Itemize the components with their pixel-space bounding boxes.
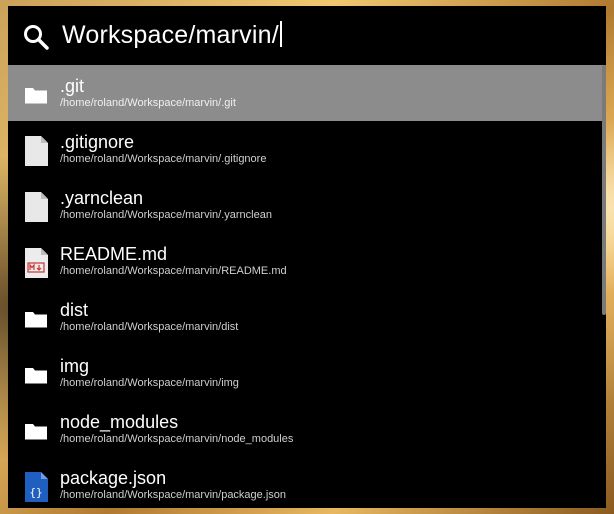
file-icon — [25, 192, 48, 222]
result-path: /home/roland/Workspace/marvin/.git — [60, 97, 236, 109]
result-item[interactable]: README.md /home/roland/Workspace/marvin/… — [8, 233, 606, 289]
result-path: /home/roland/Workspace/marvin/node_modul… — [60, 433, 294, 445]
result-path: /home/roland/Workspace/marvin/.yarnclean — [60, 209, 272, 221]
result-name: img — [60, 356, 90, 376]
markdown-file-icon — [25, 248, 48, 278]
result-item[interactable]: .yarnclean /home/roland/Workspace/marvin… — [8, 177, 606, 233]
results-list: .git /home/roland/Workspace/marvin/.git … — [8, 65, 606, 508]
result-name: .git — [60, 76, 85, 96]
result-path: /home/roland/Workspace/marvin/README.md — [60, 265, 287, 277]
result-path: /home/roland/Workspace/marvin/package.js… — [60, 489, 287, 501]
results-scrollbar[interactable] — [602, 65, 606, 315]
text-caret — [279, 21, 282, 48]
result-name: node_modules — [60, 412, 179, 432]
result-item[interactable]: {} package.json /home/roland/Workspace/m… — [8, 457, 606, 508]
result-item[interactable]: dist /home/roland/Workspace/marvin/dist — [8, 289, 606, 345]
file-icon — [25, 136, 48, 166]
search-bar: Workspace/marvin/ — [8, 6, 606, 65]
search-icon — [24, 25, 49, 50]
search-input[interactable]: Workspace/marvin/ — [62, 17, 582, 53]
result-name: README.md — [60, 244, 168, 264]
result-item[interactable]: .gitignore /home/roland/Workspace/marvin… — [8, 121, 606, 177]
result-name: .gitignore — [60, 132, 135, 152]
folder-icon — [25, 424, 47, 440]
result-name: package.json — [60, 468, 167, 488]
folder-icon — [25, 88, 47, 104]
search-input-text: Workspace/marvin/ — [62, 21, 279, 49]
launcher-window: Workspace/marvin/ .git /home/roland/Work… — [8, 6, 606, 508]
result-name: dist — [60, 300, 89, 320]
json-file-icon: {} — [25, 472, 48, 502]
svg-text:{}: {} — [29, 486, 42, 499]
result-item[interactable]: img /home/roland/Workspace/marvin/img — [8, 345, 606, 401]
folder-icon — [25, 368, 47, 384]
folder-icon — [25, 312, 47, 328]
result-item[interactable]: node_modules /home/roland/Workspace/marv… — [8, 401, 606, 457]
result-item[interactable]: .git /home/roland/Workspace/marvin/.git — [8, 65, 606, 121]
result-path: /home/roland/Workspace/marvin/.gitignore — [60, 153, 267, 165]
result-path: /home/roland/Workspace/marvin/img — [60, 377, 239, 389]
result-path: /home/roland/Workspace/marvin/dist — [60, 321, 239, 333]
result-name: .yarnclean — [60, 188, 144, 208]
